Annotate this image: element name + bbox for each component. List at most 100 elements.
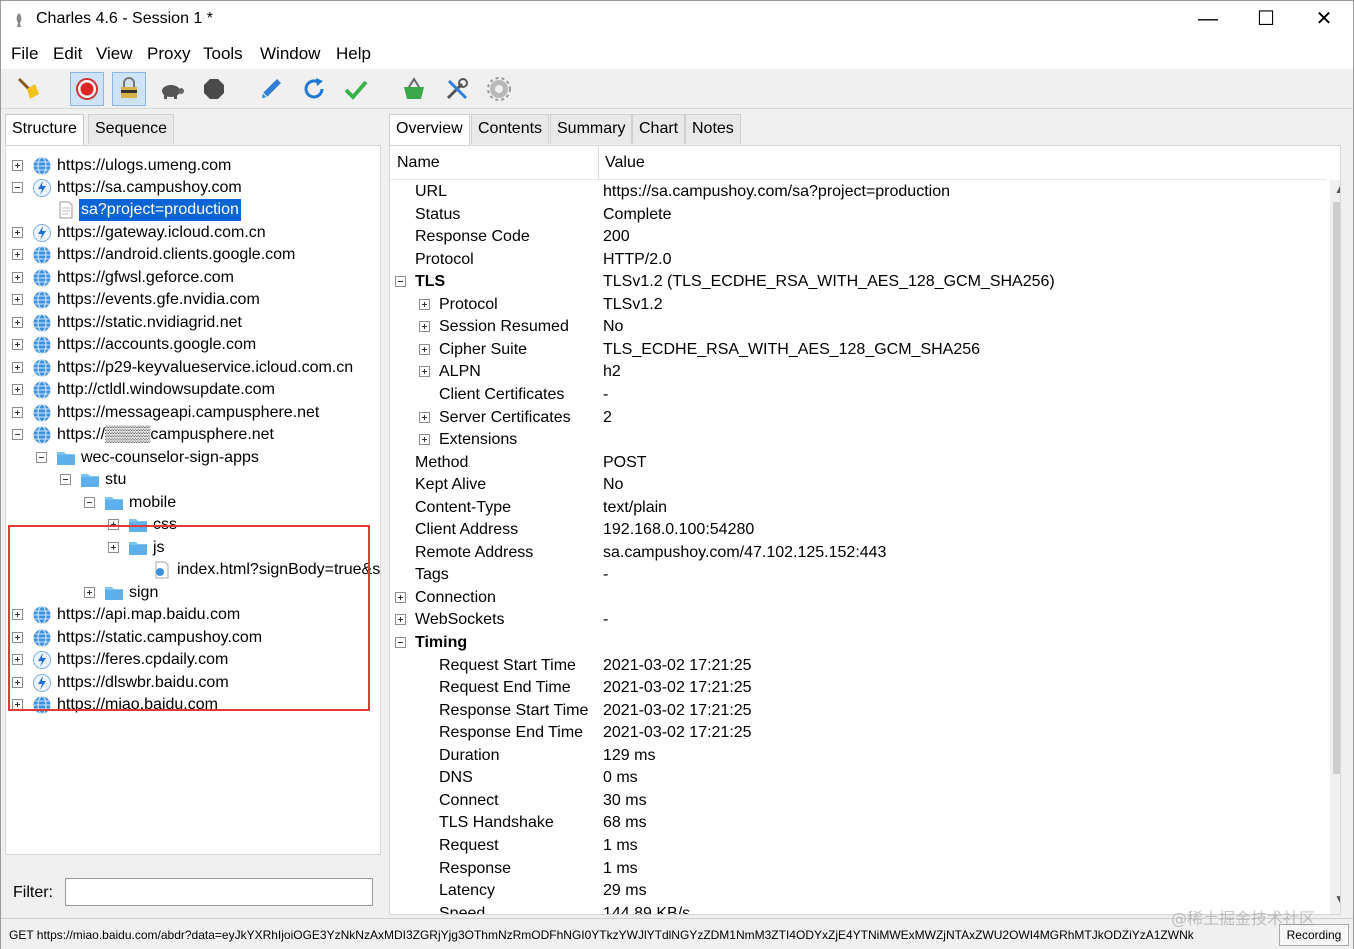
ssl-proxy-button[interactable] [112, 72, 146, 106]
table-row[interactable]: Response End Time 2021-03-02 17:21:25 [390, 722, 1326, 744]
settings-button[interactable] [482, 72, 516, 106]
menu-view[interactable]: View [96, 44, 133, 64]
menu-window[interactable]: Window [260, 44, 320, 64]
menu-help[interactable]: Help [336, 44, 371, 64]
column-name[interactable]: Name [397, 154, 440, 172]
table-row[interactable]: URL https://sa.campushoy.com/sa?project=p… [390, 181, 1326, 203]
table-row[interactable]: Kept Alive No [390, 474, 1326, 496]
expand-icon[interactable] [419, 434, 430, 446]
expand-icon[interactable] [419, 298, 430, 310]
menu-file[interactable]: File [11, 44, 38, 64]
tree-row-label: https://▒▒▒▒campusphere.net [57, 426, 274, 443]
tools-basket-button[interactable] [397, 72, 431, 106]
table-row[interactable]: Connect 30 ms [390, 790, 1326, 812]
record-icon [76, 78, 98, 100]
expand-icon[interactable] [12, 362, 23, 373]
table-row[interactable]: Client Certificates - [390, 384, 1326, 406]
table-row[interactable]: Method POST [390, 452, 1326, 474]
folder-icon [56, 448, 76, 468]
scroll-thumb[interactable] [1333, 202, 1340, 774]
table-row[interactable]: Content-Type text/plain [390, 497, 1326, 519]
table-row[interactable]: Remote Address sa.campushoy.com/47.102.12… [390, 542, 1326, 564]
table-row[interactable]: Client Address 192.168.0.100:54280 [390, 519, 1326, 541]
table-row[interactable]: TLS TLSv1.2 (TLS_ECDHE_RSA_WITH_AES_128_G… [390, 271, 1326, 293]
collapse-icon[interactable] [84, 497, 95, 508]
table-row[interactable]: Request Start Time 2021-03-02 17:21:25 [390, 655, 1326, 677]
repeat-button[interactable] [297, 72, 331, 106]
expand-icon[interactable] [12, 160, 23, 171]
menu-tools[interactable]: Tools [203, 44, 243, 64]
collapse-icon[interactable] [12, 182, 23, 193]
column-divider[interactable] [598, 146, 599, 180]
expand-icon[interactable] [12, 384, 23, 395]
scroll-up-icon[interactable]: ▲ [1334, 182, 1340, 196]
table-row[interactable]: Tags - [390, 564, 1326, 586]
throttle-button[interactable] [155, 72, 189, 106]
table-row[interactable]: Extensions [390, 429, 1326, 451]
table-row[interactable]: Response 1 ms [390, 858, 1326, 880]
row-name: Latency [439, 882, 496, 900]
tab-chart[interactable]: Chart [632, 114, 686, 144]
table-row[interactable]: Duration 129 ms [390, 745, 1326, 767]
expand-icon[interactable] [419, 321, 430, 333]
table-row[interactable]: TLS Handshake 68 ms [390, 812, 1326, 834]
expand-icon[interactable] [395, 591, 406, 603]
table-row[interactable]: Request 1 ms [390, 835, 1326, 857]
vertical-scrollbar[interactable]: ▲ ▼ [1330, 180, 1340, 914]
close-button[interactable]: ✕ [1295, 1, 1353, 39]
expand-icon[interactable] [395, 614, 406, 626]
expand-icon[interactable] [12, 249, 23, 260]
breakpoints-button[interactable] [197, 72, 231, 106]
collapse-icon[interactable] [12, 429, 23, 440]
expand-icon[interactable] [12, 339, 23, 350]
table-row[interactable]: Latency 29 ms [390, 880, 1326, 902]
filter-input[interactable] [65, 878, 373, 906]
maximize-button[interactable]: ☐ [1237, 1, 1295, 39]
expand-icon[interactable] [419, 343, 430, 355]
table-row[interactable]: WebSockets - [390, 609, 1326, 631]
tree-row-label: https://static.nvidiagrid.net [57, 314, 242, 331]
tab-summary[interactable]: Summary [550, 114, 633, 144]
table-row[interactable]: Response Code 200 [390, 226, 1326, 248]
tab-notes[interactable]: Notes [685, 114, 741, 144]
clear-session-button[interactable] [11, 72, 45, 106]
scroll-down-icon[interactable]: ▼ [1334, 892, 1340, 906]
column-value[interactable]: Value [605, 154, 645, 172]
highlight-box [8, 525, 370, 711]
collapse-icon[interactable] [395, 637, 406, 648]
expand-icon[interactable] [12, 272, 23, 283]
table-row[interactable]: Timing [390, 632, 1326, 654]
table-row[interactable]: Session Resumed No [390, 316, 1326, 338]
expand-icon[interactable] [419, 366, 430, 378]
tab-sequence[interactable]: Sequence [88, 114, 175, 144]
minimize-button[interactable]: — [1179, 1, 1237, 39]
table-row[interactable]: Request End Time 2021-03-02 17:21:25 [390, 677, 1326, 699]
table-row[interactable]: Cipher Suite TLS_ECDHE_RSA_WITH_AES_128_G… [390, 339, 1326, 361]
menu-edit[interactable]: Edit [53, 44, 82, 64]
compose-button[interactable] [254, 72, 288, 106]
collapse-icon[interactable] [395, 276, 406, 288]
table-row[interactable]: DNS 0 ms [390, 767, 1326, 789]
table-row[interactable]: ALPN h2 [390, 361, 1326, 383]
table-row[interactable]: Status Complete [390, 204, 1326, 226]
table-row[interactable]: Server Certificates 2 [390, 407, 1326, 429]
tab-overview[interactable]: Overview [389, 114, 470, 145]
collapse-icon[interactable] [60, 474, 71, 485]
tools-button[interactable] [440, 72, 474, 106]
table-row[interactable]: Protocol HTTP/2.0 [390, 249, 1326, 271]
expand-icon[interactable] [12, 294, 23, 305]
expand-icon[interactable] [419, 411, 430, 423]
expand-icon[interactable] [12, 407, 23, 418]
globe-icon [32, 425, 52, 445]
table-row[interactable]: Response Start Time 2021-03-02 17:21:25 [390, 700, 1326, 722]
validate-button[interactable] [339, 72, 373, 106]
expand-icon[interactable] [12, 227, 23, 238]
tab-structure[interactable]: Structure [5, 114, 84, 145]
record-button[interactable] [70, 72, 104, 106]
table-row[interactable]: Protocol TLSv1.2 [390, 294, 1326, 316]
collapse-icon[interactable] [36, 452, 47, 463]
expand-icon[interactable] [12, 317, 23, 328]
table-row[interactable]: Connection [390, 587, 1326, 609]
menu-proxy[interactable]: Proxy [147, 44, 190, 64]
tab-contents[interactable]: Contents [471, 114, 550, 144]
